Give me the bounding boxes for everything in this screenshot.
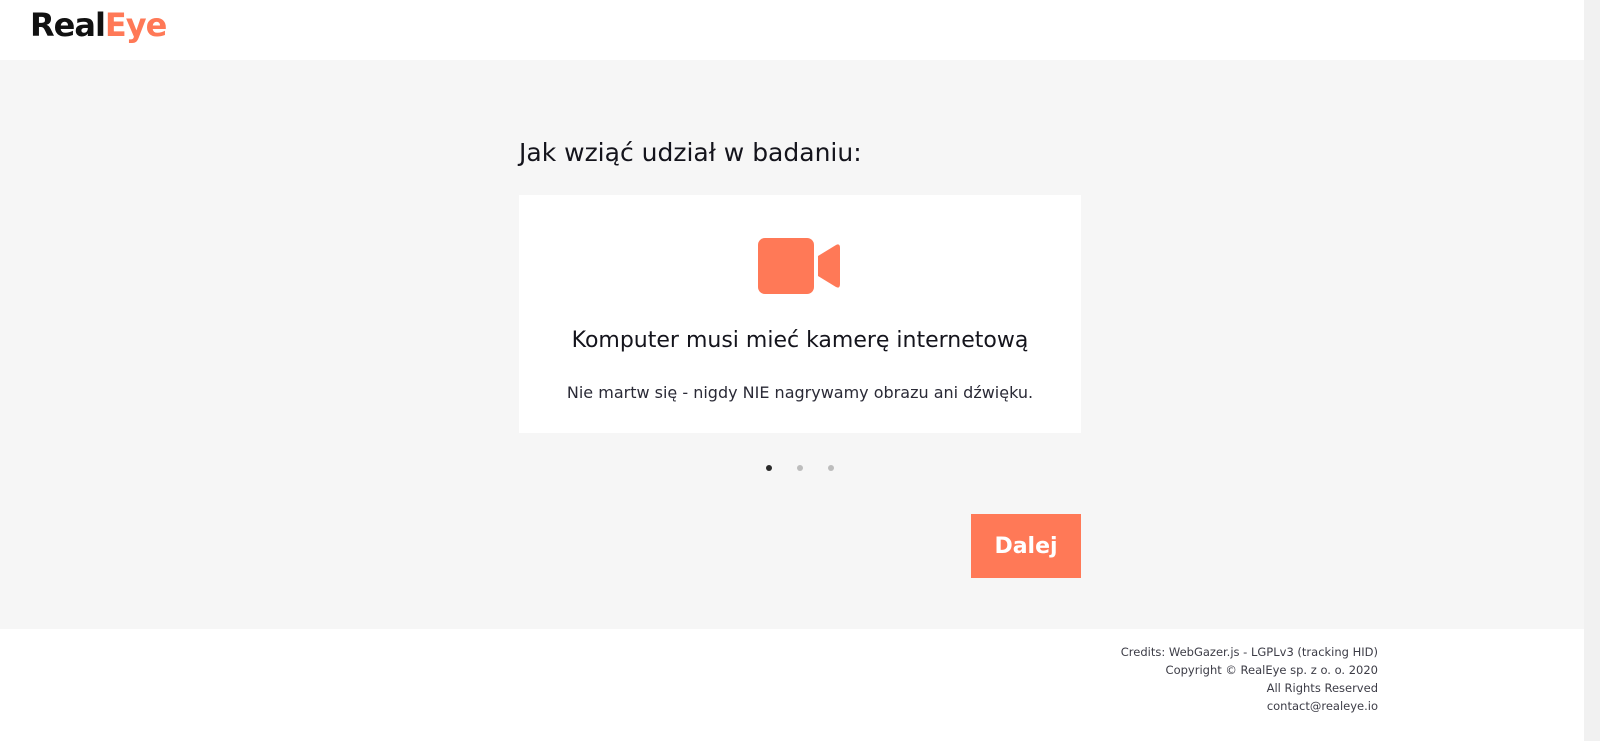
realeye-logo[interactable]: RealEye — [30, 4, 167, 46]
logo-text-eye: Eye — [104, 6, 167, 44]
instruction-card: Komputer musi mieć kamerę internetową Ni… — [519, 195, 1081, 433]
footer: Credits: WebGazer.js - LGPLv3 (tracking … — [0, 629, 1584, 741]
footer-copyright: Copyright © RealEye sp. z o. o. 2020 — [1165, 663, 1378, 677]
pagination-dot-2[interactable] — [797, 465, 803, 471]
footer-rights: All Rights Reserved — [1266, 681, 1378, 695]
main-content: Jak wziąć udział w badaniu: Komputer mus… — [0, 60, 1584, 629]
next-button[interactable]: Dalej — [971, 514, 1081, 578]
card-description: Nie martw się - nigdy NIE nagrywamy obra… — [566, 383, 1034, 402]
pagination-dot-1[interactable] — [766, 465, 772, 471]
footer-credits[interactable]: Credits: WebGazer.js - LGPLv3 (tracking … — [1121, 643, 1378, 661]
pagination-dot-3[interactable] — [828, 465, 834, 471]
video-camera-icon — [758, 238, 840, 294]
card-title: Komputer musi mieć kamerę internetową — [571, 328, 1029, 353]
logo-text-real: Real — [30, 6, 106, 44]
vertical-scrollbar[interactable] — [1584, 0, 1600, 741]
footer-info: Credits: WebGazer.js - LGPLv3 (tracking … — [1121, 643, 1378, 715]
header: RealEye — [0, 0, 1600, 60]
footer-contact-link[interactable]: contact@realeye.io — [1121, 697, 1378, 715]
page-title: Jak wziąć udział w badaniu: — [519, 138, 862, 167]
